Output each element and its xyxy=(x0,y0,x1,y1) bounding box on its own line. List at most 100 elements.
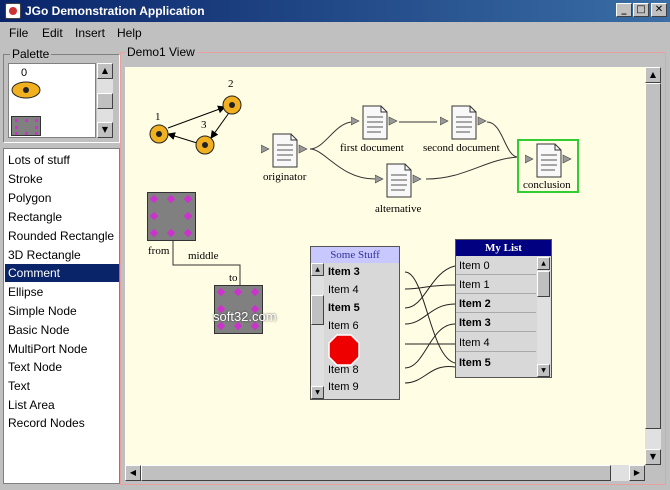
num-node-3[interactable] xyxy=(194,134,216,156)
port-icon xyxy=(166,228,176,238)
document-icon[interactable] xyxy=(375,163,423,199)
some-stuff-item[interactable]: Item 4 xyxy=(325,281,359,299)
num-label-1: 1 xyxy=(155,111,161,123)
my-list-item[interactable]: Item 5 xyxy=(456,354,536,372)
list-item-3d-rectangle[interactable]: 3D Rectangle xyxy=(5,246,119,264)
port-icon xyxy=(149,228,159,238)
list-item-basic-node[interactable]: Basic Node xyxy=(5,321,119,339)
palette-scrollbar[interactable]: ▲ ▼ xyxy=(97,63,113,138)
scroll-down-icon[interactable]: ▼ xyxy=(97,122,113,138)
document-icon[interactable] xyxy=(525,143,573,179)
my-list-item[interactable]: Item 1 xyxy=(456,276,536,294)
some-stuff-item[interactable]: Item 3 xyxy=(325,263,360,281)
menu-edit[interactable]: Edit xyxy=(42,26,63,40)
document-icon[interactable] xyxy=(261,133,309,169)
canvas-h-scroll-thumb[interactable] xyxy=(141,465,611,481)
scroll-corner xyxy=(645,465,661,481)
menu-file[interactable]: File xyxy=(9,26,28,40)
scroll-up-icon[interactable]: ▲ xyxy=(97,63,113,79)
my-list-item[interactable]: Item 3 xyxy=(456,314,536,332)
port-icon xyxy=(233,287,243,297)
selection-box[interactable]: conclusion xyxy=(517,139,579,193)
port-icon xyxy=(183,211,193,221)
list-item-simple-node[interactable]: Simple Node xyxy=(5,302,119,320)
scroll-up-icon[interactable]: ▲ xyxy=(311,263,324,276)
scroll-down-icon[interactable]: ▼ xyxy=(311,386,324,399)
doc-label-first: first document xyxy=(340,142,404,154)
list-item-comment[interactable]: Comment xyxy=(5,264,119,282)
palette-item-0-icon[interactable] xyxy=(10,79,46,103)
list-item-lots-of-stuff[interactable]: Lots of stuff xyxy=(5,151,119,169)
my-list-item[interactable]: Item 4 xyxy=(456,334,536,352)
palette-label: Palette xyxy=(10,47,52,61)
palette-item-rect-icon[interactable] xyxy=(11,116,41,136)
my-list-scroll-thumb[interactable] xyxy=(537,271,550,297)
link-label-from: from xyxy=(148,245,170,257)
list-item-text-node[interactable]: Text Node xyxy=(5,358,119,376)
list-item-rounded-rectangle[interactable]: Rounded Rectangle xyxy=(5,227,119,245)
scroll-down-icon[interactable]: ▼ xyxy=(537,364,550,377)
list-item-record-nodes[interactable]: Record Nodes xyxy=(5,414,119,432)
view-label: Demo1 View xyxy=(125,45,197,59)
port-icon xyxy=(149,211,159,221)
doc-label-originator: originator xyxy=(263,171,307,183)
document-icon[interactable] xyxy=(440,105,488,141)
some-stuff-item[interactable]: Item 8 xyxy=(325,361,359,379)
scroll-up-icon[interactable]: ▲ xyxy=(645,67,661,83)
document-icon[interactable] xyxy=(351,105,399,141)
num-node-1[interactable] xyxy=(148,123,170,145)
doc-label-alternative: alternative xyxy=(375,203,422,215)
link-label-middle: middle xyxy=(188,250,219,262)
diagram-canvas[interactable]: 1 2 3 originator first document second d… xyxy=(125,67,645,465)
port-icon xyxy=(216,287,226,297)
minimize-button[interactable]: _ xyxy=(616,3,632,17)
num-node-2[interactable] xyxy=(221,94,243,116)
link-label-to: to xyxy=(229,272,238,284)
my-list-title: My List xyxy=(456,240,551,256)
port-icon xyxy=(250,287,260,297)
from-node[interactable] xyxy=(147,192,196,241)
menu-help[interactable]: Help xyxy=(117,26,142,40)
num-label-3: 3 xyxy=(201,119,207,131)
palette-item-0-label: 0 xyxy=(21,67,28,79)
scroll-left-icon[interactable]: ◀ xyxy=(125,465,141,481)
some-stuff-item[interactable]: Item 9 xyxy=(325,378,359,396)
canvas-horizontal-scrollbar[interactable]: ◀ ▶ xyxy=(125,465,645,481)
close-button[interactable]: ✕ xyxy=(651,3,667,17)
port-icon xyxy=(183,194,193,204)
list-item-polygon[interactable]: Polygon xyxy=(5,189,119,207)
doc-label-second: second document xyxy=(423,142,500,154)
list-item-list-area[interactable]: List Area xyxy=(5,396,119,414)
port-dots-icon xyxy=(15,119,38,135)
port-icon xyxy=(166,194,176,204)
list-item-stroke[interactable]: Stroke xyxy=(5,170,119,188)
watermark: soft32.com xyxy=(213,309,277,324)
port-icon xyxy=(149,194,159,204)
palette-scroll-thumb[interactable] xyxy=(97,93,113,109)
list-item-multiport-node[interactable]: MultiPort Node xyxy=(5,340,119,358)
list-item-ellipse[interactable]: Ellipse xyxy=(5,283,119,301)
scroll-down-icon[interactable]: ▼ xyxy=(645,449,661,465)
scroll-right-icon[interactable]: ▶ xyxy=(629,465,645,481)
canvas-v-scroll-thumb[interactable] xyxy=(645,83,661,429)
menu-insert[interactable]: Insert xyxy=(75,26,105,40)
maximize-button[interactable]: □ xyxy=(633,3,649,17)
app-icon xyxy=(5,3,21,19)
some-stuff-item[interactable]: Item 5 xyxy=(325,299,360,317)
some-stuff-scroll-thumb[interactable] xyxy=(311,295,324,325)
node-type-list: Lots of stuff Stroke Polygon Rectangle R… xyxy=(3,148,120,484)
menu-bar: File Edit Insert Help xyxy=(0,22,670,44)
some-stuff-list[interactable]: Some Stuff ▲ ▼ Item 3 Item 4 Item 5 Item… xyxy=(310,246,400,400)
palette-area[interactable]: 0 xyxy=(8,63,96,138)
doc-label-conclusion: conclusion xyxy=(523,179,571,191)
list-item-rectangle[interactable]: Rectangle xyxy=(5,208,119,226)
list-item-text[interactable]: Text xyxy=(5,377,119,395)
my-list-item[interactable]: Item 0 xyxy=(456,257,536,275)
my-list-scrollbar[interactable]: ▲ ▼ xyxy=(537,257,550,377)
my-list-item[interactable]: Item 2 xyxy=(456,295,536,313)
some-stuff-scrollbar[interactable]: ▲ ▼ xyxy=(311,263,324,399)
my-list[interactable]: My List Item 0 Item 1 Item 2 Item 3 Item… xyxy=(455,239,552,378)
title-bar: JGo Demonstration Application _ □ ✕ xyxy=(0,0,670,22)
canvas-vertical-scrollbar[interactable]: ▲ ▼ xyxy=(645,67,661,465)
scroll-up-icon[interactable]: ▲ xyxy=(537,257,550,270)
